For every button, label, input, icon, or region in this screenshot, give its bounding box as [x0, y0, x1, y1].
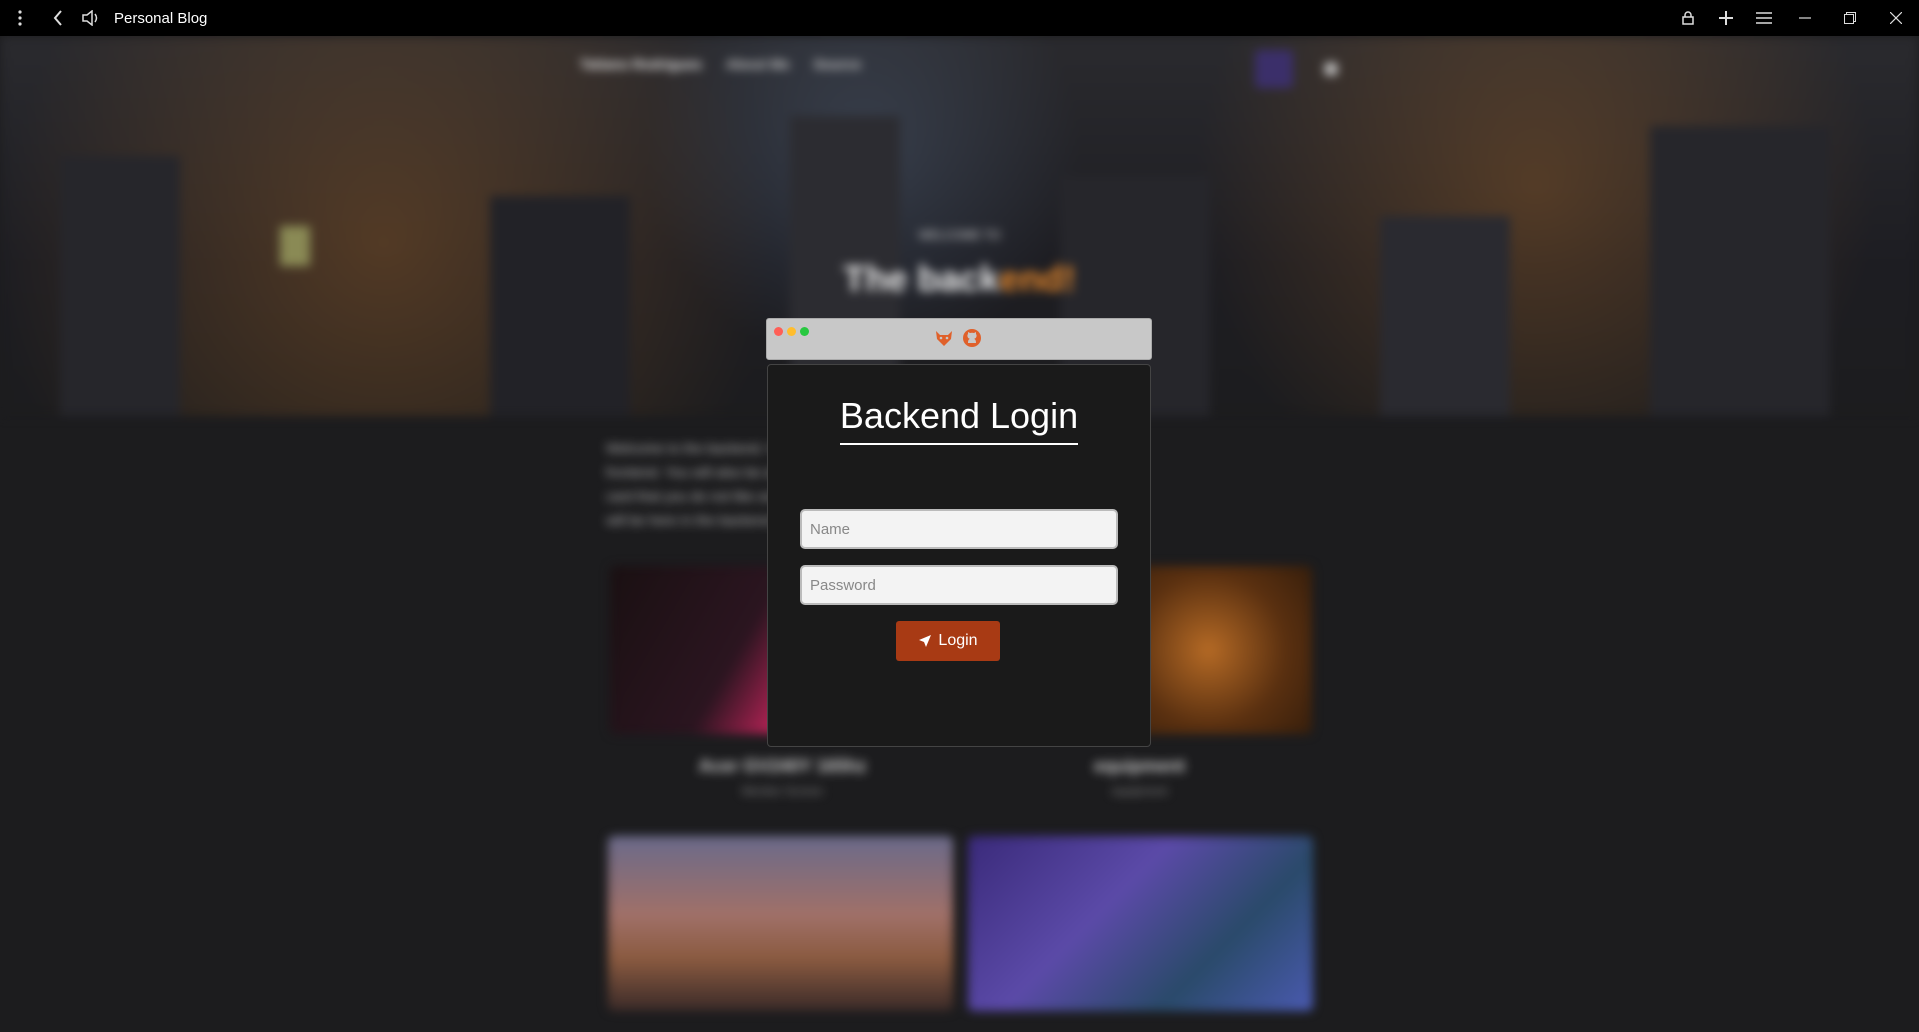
window-title: Personal Blog: [114, 9, 208, 27]
github-icon[interactable]: [962, 328, 982, 353]
square-icon[interactable]: [1325, 63, 1337, 75]
login-label: Login: [938, 632, 978, 649]
fox-icon[interactable]: [934, 328, 954, 353]
hero-title-start: The back: [843, 258, 1000, 299]
nav-source[interactable]: Source: [814, 56, 861, 72]
send-icon: [919, 635, 932, 647]
menu-icon[interactable]: [1745, 0, 1783, 36]
name-input[interactable]: [800, 509, 1118, 549]
speaker-icon[interactable]: [76, 0, 106, 36]
card-subtitle: equipment: [1111, 784, 1168, 798]
lock-icon[interactable]: [1669, 0, 1707, 36]
hero-kicker: WELCOME TO: [918, 228, 1001, 242]
card-subtitle: Monitor Screen: [741, 784, 824, 798]
theme-toggle-icon[interactable]: [1255, 50, 1293, 88]
nav-about[interactable]: About Me: [726, 56, 790, 72]
card-image[interactable]: [608, 836, 953, 1011]
modal-titlebar: [766, 318, 1152, 360]
hero-title: The backend!: [0, 258, 1919, 300]
site-nav: Tatiano Rodrigues About Me Source: [580, 56, 861, 72]
minimize-dot[interactable]: [787, 327, 796, 336]
login-title-text: Backend Login: [839, 395, 1079, 445]
minimize-icon[interactable]: [1783, 0, 1827, 36]
login-title: Backend Login: [768, 395, 1150, 445]
card-title: Acer GV240Y 165hz: [698, 756, 867, 776]
login-button[interactable]: Login: [896, 621, 1000, 661]
card-image[interactable]: [968, 836, 1313, 1011]
hero-title-accent: end!: [999, 258, 1076, 299]
modal-icons: [934, 328, 982, 353]
nav-brand[interactable]: Tatiano Rodrigues: [580, 56, 702, 72]
new-tab-icon[interactable]: [1707, 0, 1745, 36]
card-title: equipment: [1093, 756, 1185, 776]
close-icon[interactable]: [1873, 0, 1919, 36]
back-icon[interactable]: [40, 0, 76, 36]
restore-icon[interactable]: [1827, 0, 1873, 36]
password-input[interactable]: [800, 565, 1118, 605]
close-dot[interactable]: [774, 327, 783, 336]
login-modal: Backend Login Login: [767, 364, 1151, 747]
maximize-dot[interactable]: [800, 327, 809, 336]
nav-actions: [1255, 50, 1337, 88]
browser-toolbar: Personal Blog: [0, 0, 1919, 36]
more-options-icon[interactable]: [0, 0, 40, 36]
